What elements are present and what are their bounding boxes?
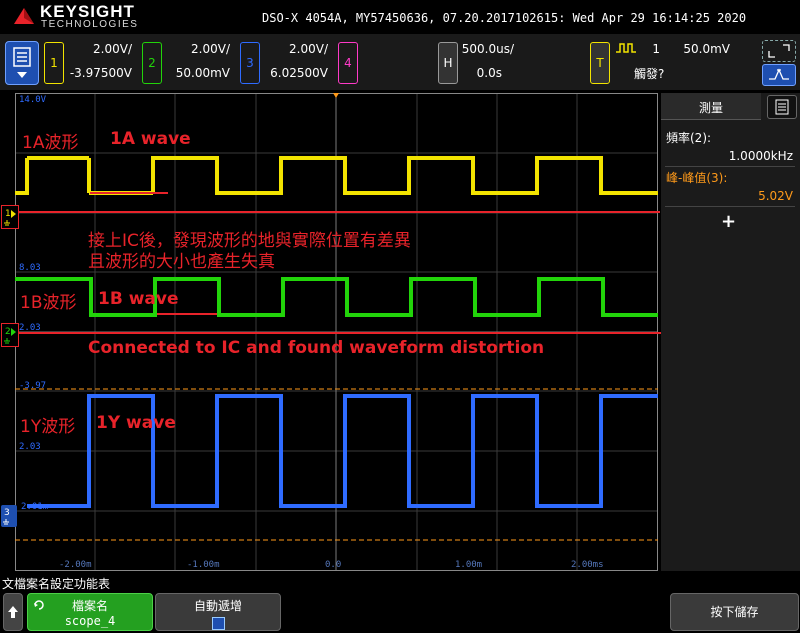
channel-1-scale: 2.00V/ <box>93 42 132 56</box>
channel-1-ground-marker[interactable]: 1 <box>1 205 19 229</box>
channel-3-ground-marker[interactable]: 3 <box>1 505 17 527</box>
channel-1-button[interactable]: 1 <box>44 42 64 84</box>
measure-tab[interactable]: 測量 <box>661 93 761 120</box>
annotation-line-a <box>18 211 660 213</box>
grid-label-top: 14.0V <box>19 95 47 105</box>
channel-3-offset: 6.02500V <box>270 66 328 80</box>
model-info-line: DSO-X 4054A, MY57450636, 07.20.201710261… <box>262 11 747 25</box>
trigger-edge-icon <box>769 68 789 80</box>
trigger-source: 1 <box>652 42 660 56</box>
measure-divider <box>665 166 795 167</box>
annotation-underline-1b <box>157 313 217 315</box>
channel-1-offset: -3.97500V <box>69 66 132 80</box>
annotation-1y-en: 1Y wave <box>96 413 176 433</box>
horizontal-button[interactable]: H <box>438 42 458 84</box>
filename-label: 檔案名 <box>71 599 108 613</box>
measure-1-value: 1.0000kHz <box>728 149 793 163</box>
ground-icon: 1 <box>4 209 16 226</box>
grid-label-3: -3.97 <box>19 381 46 391</box>
time-label-1: -2.00m <box>59 560 92 570</box>
channel-2-scale: 2.00V/ <box>191 42 230 56</box>
grid-label-5: 2.01m <box>21 502 48 512</box>
annotation-underline-1a <box>90 192 168 194</box>
zoom-icon <box>768 44 790 58</box>
horizontal-delay: 0.0s <box>476 66 502 80</box>
main-menu-button[interactable] <box>5 41 39 85</box>
time-label-5: 2.00ms <box>571 560 604 570</box>
channel-3-number: 3 <box>246 56 254 70</box>
channel-2-button[interactable]: 2 <box>142 42 162 84</box>
ground-icon: 3 <box>3 508 10 525</box>
softkey-menu-title: 文檔案名設定功能表 <box>2 577 111 591</box>
annotation-note-en: Connected to IC and found waveform disto… <box>88 338 545 358</box>
channel-4-number: 4 <box>344 56 352 70</box>
annotation-1a-en: 1A wave <box>110 129 191 149</box>
annotation-line-b <box>18 332 666 334</box>
channel-2-offset: 50.00mV <box>175 66 230 80</box>
time-label-2: -1.00m <box>187 560 220 570</box>
measure-tab-label: 測量 <box>699 101 724 115</box>
trigger-position-marker <box>333 93 339 98</box>
trigger-level: 50.0mV <box>683 42 730 56</box>
channel-3-button[interactable]: 3 <box>240 42 260 84</box>
channel-3-scale: 2.00V/ <box>289 42 328 56</box>
annotation-1b-cn: 1B波形 <box>20 293 77 313</box>
list-icon <box>775 99 789 115</box>
svg-text:3: 3 <box>4 508 10 518</box>
panel-list-button[interactable] <box>767 95 797 119</box>
svg-text:2: 2 <box>5 327 11 337</box>
trigger-status: 觸發? <box>634 67 665 81</box>
measurement-panel: 測量 頻率(2): 1.0000kHz 峰-峰值(3): 5.02V + <box>661 93 800 571</box>
add-measurement-button[interactable]: + <box>721 211 736 232</box>
measure-2-value: 5.02V <box>758 189 793 203</box>
filename-value: scope_4 <box>64 614 116 628</box>
trigger-button[interactable]: T <box>590 42 610 84</box>
channel-2-number: 2 <box>148 56 156 70</box>
zoom-box-button[interactable] <box>762 40 796 62</box>
menu-icon <box>13 47 31 78</box>
channel-2-ground-marker[interactable]: 2 <box>1 323 19 347</box>
time-label-4: 1.00m <box>455 560 482 570</box>
measure-1-label: 頻率(2): <box>666 131 712 145</box>
annotation-1a-cn: 1A波形 <box>22 133 79 153</box>
channel-bar: 1 2.00V/ -3.97500V 2 2.00V/ 50.00mV 3 2.… <box>0 34 800 90</box>
arrow-up-icon <box>8 606 18 618</box>
grid-label-1: 8.03 <box>19 263 41 273</box>
auto-increment-label: 自動遞增 <box>193 599 242 613</box>
press-to-save-softkey[interactable]: 按下儲存 <box>670 593 799 631</box>
trigger-key-label: T <box>596 56 604 70</box>
keysight-logo-icon <box>14 8 34 24</box>
grid-label-4: 2.03 <box>19 442 41 452</box>
brand-subtitle: TECHNOLOGIES <box>41 19 139 30</box>
measure-2-label: 峰-峰值(3): <box>666 171 728 185</box>
filename-softkey[interactable]: 檔案名 scope_4 <box>27 593 153 631</box>
time-label-3: 0.0 <box>325 560 341 570</box>
rotate-knob-icon <box>34 600 44 610</box>
annotation-1b-en: 1B wave <box>98 289 179 309</box>
edge-trigger-icon <box>616 43 636 53</box>
horizontal-scale: 500.0us/ <box>461 42 514 56</box>
header-bar: KEYSIGHT TECHNOLOGIES DSO-X 4054A, MY574… <box>0 0 800 32</box>
auto-increment-checkbox[interactable] <box>211 617 225 630</box>
gesture-button[interactable] <box>762 64 796 86</box>
channel-1-number: 1 <box>50 56 58 70</box>
svg-text:1: 1 <box>5 209 11 219</box>
horizontal-key-label: H <box>443 56 453 70</box>
back-button[interactable] <box>3 593 23 631</box>
annotation-note-cn-2: 且波形的大小也產生失真 <box>88 252 275 272</box>
measure-divider <box>665 206 795 207</box>
annotation-1y-cn: 1Y波形 <box>20 417 76 437</box>
ground-icon: 2 <box>4 327 16 344</box>
auto-increment-softkey[interactable]: 自動遞增 <box>155 593 281 631</box>
channel-4-button[interactable]: 4 <box>338 42 358 84</box>
press-to-save-label: 按下儲存 <box>710 605 759 619</box>
